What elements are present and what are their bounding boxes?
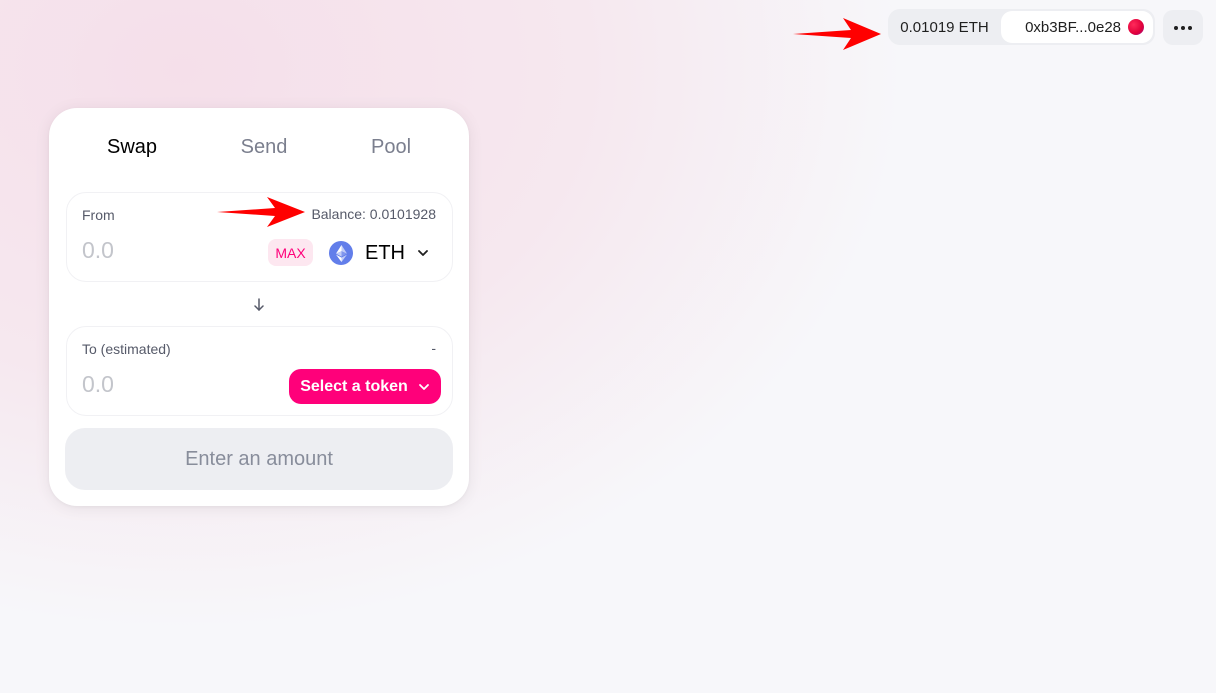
select-token-label: Select a token xyxy=(300,377,408,395)
to-panel: To (estimated) - Select a token xyxy=(66,326,453,416)
annotation-arrow-icon xyxy=(793,18,881,50)
to-label: To (estimated) xyxy=(82,341,171,357)
account-address: 0xb3BF...0e28 xyxy=(1025,18,1121,36)
wallet-status: 0.01019 ETH 0xb3BF...0e28 xyxy=(888,9,1155,45)
tab-send[interactable]: Send xyxy=(241,136,288,159)
swap-tabs: Swap Send Pool xyxy=(49,136,469,162)
to-amount-input[interactable] xyxy=(82,371,252,398)
from-balance: Balance: 0.0101928 xyxy=(311,206,436,222)
to-balance: - xyxy=(431,340,436,356)
from-label: From xyxy=(82,207,115,223)
account-button[interactable]: 0xb3BF...0e28 xyxy=(1001,11,1153,43)
chevron-down-icon xyxy=(418,250,428,256)
chevron-down-icon xyxy=(418,383,429,390)
ellipsis-dot xyxy=(1188,25,1192,30)
avatar xyxy=(1128,19,1144,35)
max-button[interactable]: MAX xyxy=(268,239,313,266)
tab-pool[interactable]: Pool xyxy=(371,136,411,159)
from-amount-input[interactable] xyxy=(82,237,252,264)
annotation-arrow-icon xyxy=(217,197,305,227)
eth-balance: 0.01019 ETH xyxy=(900,18,989,36)
more-options-button[interactable] xyxy=(1163,10,1203,45)
swap-card: Swap Send Pool From Balance: 0.0101928 M… xyxy=(49,108,469,506)
ellipsis-icon xyxy=(1174,25,1178,30)
arrow-down-icon[interactable] xyxy=(251,297,267,313)
swap-submit-button: Enter an amount xyxy=(65,428,453,490)
from-token-select[interactable]: ETH xyxy=(329,238,429,268)
ellipsis-dot xyxy=(1181,25,1185,30)
select-token-button[interactable]: Select a token xyxy=(289,369,441,404)
eth-icon xyxy=(329,241,353,265)
from-token-symbol: ETH xyxy=(365,241,405,264)
tab-swap[interactable]: Swap xyxy=(107,136,157,159)
